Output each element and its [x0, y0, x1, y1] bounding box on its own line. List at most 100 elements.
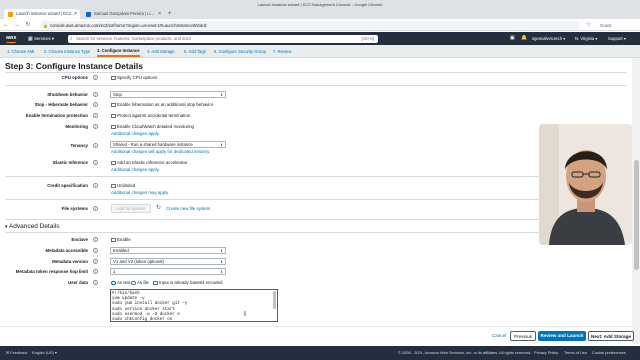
create-file-system-link[interactable]: Create new file system	[166, 206, 210, 211]
wizard-step-review[interactable]: 7. Review	[273, 45, 291, 58]
profile-button[interactable]: Guest	[600, 21, 611, 30]
hop-limit-select[interactable]: 1 ⬍	[110, 268, 226, 275]
support-menu[interactable]: Support ▾	[608, 32, 626, 45]
forward-icon[interactable]: →	[13, 21, 21, 29]
refresh-icon[interactable]: ↻	[156, 205, 161, 212]
caret-updown-icon: ⬍	[220, 143, 223, 147]
checkbox-label: Specify CPU options	[117, 75, 158, 80]
privacy-policy-link[interactable]: Privacy Policy	[534, 346, 558, 360]
wizard-step-add-storage[interactable]: 4. Add Storage	[147, 45, 175, 58]
previous-button[interactable]: Previous	[510, 331, 536, 341]
cookie-preferences-link[interactable]: Cookie preferences	[592, 346, 626, 360]
enclave-checkbox[interactable]	[111, 237, 116, 242]
radio-label: As text	[117, 280, 131, 285]
close-tab-icon[interactable]: ×	[74, 9, 77, 19]
wizard-step-configure-instance[interactable]: 3. Configure Instance	[97, 45, 140, 57]
info-icon[interactable]: i	[93, 124, 98, 129]
additional-charges-link[interactable]: Additional charges may apply	[111, 190, 168, 195]
info-icon[interactable]: i	[93, 259, 98, 264]
info-icon[interactable]: i	[93, 280, 98, 285]
info-icon[interactable]: i	[93, 160, 98, 165]
info-icon[interactable]: i	[93, 183, 98, 188]
services-menu[interactable]: ▦ Services ▾	[28, 32, 54, 45]
browser-tab-launch-wizard[interactable]: Launch instance wizard | EC2... ×	[4, 9, 80, 19]
field-label: Metadata token response hop limit	[15, 269, 88, 274]
info-icon[interactable]: i	[93, 269, 98, 274]
wizard-step-add-tags[interactable]: 5. Add Tags	[184, 45, 206, 58]
browser-tab-label: Samuel Gonçalves Pereira | Li...	[94, 11, 154, 16]
tenancy-select[interactable]: Shared - Run a shared hardware instance …	[110, 141, 226, 148]
hibernation-checkbox[interactable]	[111, 102, 116, 107]
code-line: sudo chkconfig docker on	[112, 318, 173, 323]
new-tab-button[interactable]: +	[168, 9, 172, 19]
elastic-inference-checkbox[interactable]	[111, 160, 116, 165]
lock-icon: 🔒	[43, 22, 48, 28]
wizard-step-security-group[interactable]: 6. Configure Security Group	[214, 45, 266, 58]
terms-of-use-link[interactable]: Terms of Use	[564, 346, 587, 360]
search-shortcut: [Alt+S]	[361, 35, 374, 41]
url-input[interactable]: 🔒 console.aws.amazon.com/ec2/v2/home?reg…	[40, 20, 580, 30]
textarea-scrollbar[interactable]	[273, 291, 276, 309]
bookmark-star-icon[interactable]: ☆	[586, 21, 594, 29]
unlimited-checkbox[interactable]	[111, 183, 116, 188]
select-value: Enabled	[113, 248, 129, 253]
close-tab-icon[interactable]: ×	[158, 9, 161, 19]
url-text: console.aws.amazon.com/ec2/v2/home?regio…	[50, 22, 208, 28]
info-icon[interactable]: i	[93, 206, 98, 211]
divider	[5, 85, 627, 86]
reload-icon[interactable]: ↻	[24, 21, 32, 29]
field-label: Monitoring	[65, 124, 88, 129]
metadata-accessible-select[interactable]: Enabled ⬍	[110, 247, 226, 254]
additional-charges-link[interactable]: Additional charges apply.	[111, 167, 160, 172]
field-label: Metadata accessible	[45, 248, 88, 253]
user-data-textarea[interactable]: #!/bin/bash yum update -y sudo yum insta…	[110, 289, 278, 322]
dedicated-tenancy-link[interactable]: Additional charges will apply for dedica…	[111, 149, 210, 154]
base64-checkbox[interactable]	[153, 280, 158, 285]
metadata-version-select[interactable]: V1 and V2 (token optional) ⬍	[110, 258, 226, 265]
notifications-icon[interactable]: 🔔	[521, 32, 527, 45]
info-icon[interactable]: i	[93, 237, 98, 242]
info-icon[interactable]: i	[93, 75, 98, 80]
radio-label: As file	[137, 280, 149, 285]
checkbox-label: Unlimited	[117, 183, 136, 188]
presenter-video-image	[539, 124, 632, 245]
cloudwatch-monitoring-checkbox[interactable]	[111, 124, 116, 129]
cloudshell-icon[interactable]: ▣	[510, 32, 515, 45]
info-icon[interactable]: i	[93, 102, 98, 107]
caret-updown-icon: ⬍	[220, 93, 223, 97]
info-icon[interactable]: i	[93, 113, 98, 118]
review-and-launch-button[interactable]: Review and Launch	[538, 331, 586, 341]
region-menu[interactable]: N. Virginia ▾	[575, 32, 598, 45]
browser-tab-profile[interactable]: Samuel Gonçalves Pereira | Li... ×	[82, 9, 164, 19]
field-label: CPU options	[61, 75, 88, 80]
as-file-radio[interactable]	[131, 280, 136, 285]
info-icon[interactable]: i	[93, 92, 98, 97]
wizard-step-instance-type[interactable]: 2. Choose Instance Type	[44, 45, 90, 58]
advanced-details-toggle[interactable]: ▾ Advanced Details	[5, 223, 60, 230]
select-value: V1 and V2 (token optional)	[113, 259, 164, 264]
termination-protection-checkbox[interactable]	[111, 113, 116, 118]
aws-smile-icon	[6, 41, 16, 43]
shutdown-behavior-select[interactable]: Stop ⬍	[110, 91, 226, 98]
cancel-button[interactable]: Cancel	[486, 331, 512, 341]
feedback-link[interactable]: ✉ Feedback	[6, 346, 27, 360]
specify-cpu-checkbox[interactable]	[111, 75, 116, 80]
account-menu[interactable]: sgoncalves.tech ▾	[532, 32, 565, 45]
aws-console-header: aws ▦ Services ▾ ⌕ Search for services, …	[0, 32, 640, 45]
feedback-label: Feedback	[10, 350, 28, 355]
wizard-step-choose-ami[interactable]: 1. Choose AMI	[7, 45, 34, 58]
aws-logo[interactable]: aws	[6, 35, 16, 43]
info-icon[interactable]: i	[93, 143, 98, 148]
webcam-video-overlay	[539, 124, 632, 245]
aws-search-input[interactable]: ⌕ Search for services, features, marketp…	[68, 34, 378, 43]
next-add-storage-button[interactable]: Next: Add Storage	[588, 331, 634, 341]
info-icon[interactable]: i	[93, 248, 98, 253]
language-menu[interactable]: English (US) ▾	[32, 346, 57, 360]
page-scrollbar-thumb[interactable]	[633, 160, 639, 270]
region-label: N. Virginia	[575, 36, 595, 41]
add-file-system-button[interactable]: Add file system	[111, 204, 151, 213]
back-icon[interactable]: ←	[2, 21, 10, 29]
as-text-radio[interactable]	[111, 280, 116, 285]
wizard-action-bar: Cancel Previous Review and Launch Next: …	[0, 326, 634, 345]
additional-charges-link[interactable]: Additional charges apply.	[111, 131, 160, 136]
